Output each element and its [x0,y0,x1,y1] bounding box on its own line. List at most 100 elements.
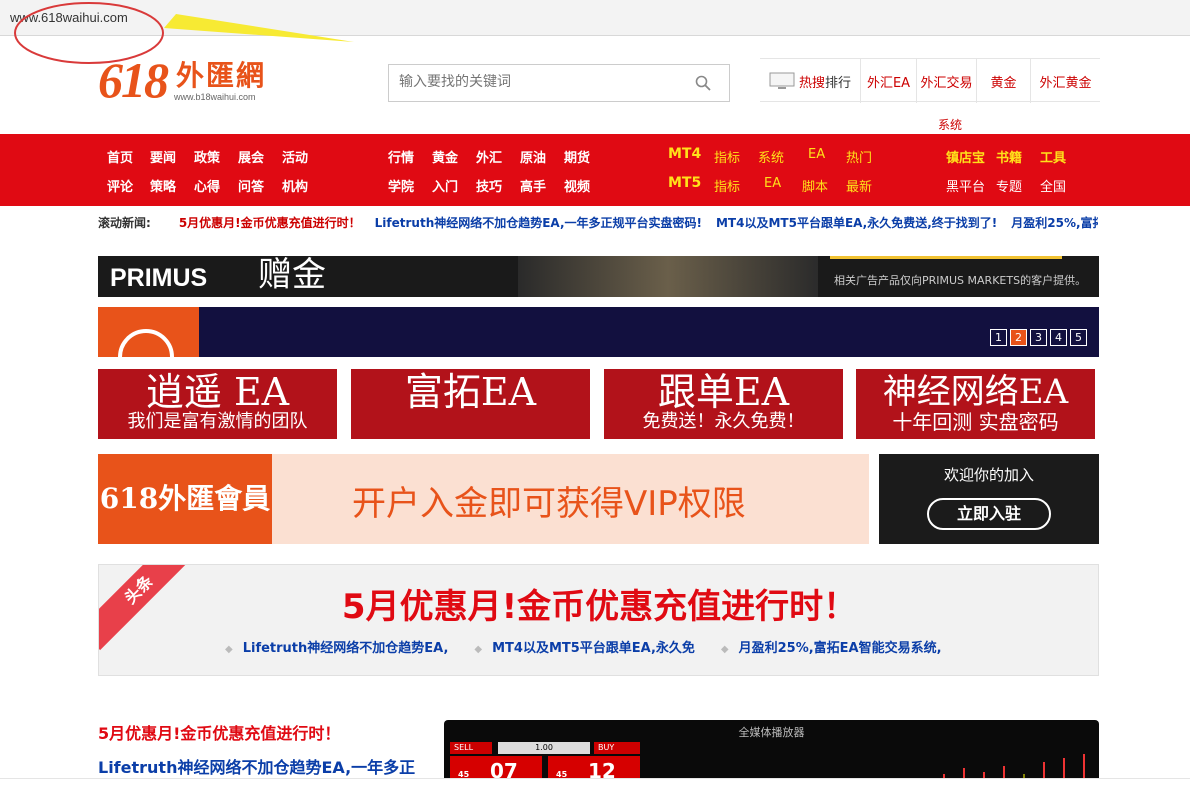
slider-page-4[interactable]: 4 [1050,329,1067,346]
nav-item[interactable]: 脚本 [802,176,828,195]
primus-laptop-image [518,256,818,297]
topnav-hot-label: 热搜 [798,75,825,91]
topnav-sub-label[interactable]: 系统 [938,116,962,133]
page-bottom-divider [0,778,1190,788]
slider-pagination: 1 2 3 4 5 [990,329,1087,346]
topnav-forex-trade[interactable]: 外汇交易 [916,59,976,103]
ticker-link[interactable]: 月盈利25%,富拓EA [1011,216,1098,230]
news-item[interactable]: Lifetruth神经网络不加仓趋势EA,一年多正 [98,754,428,778]
nav-item[interactable]: 入门 [432,176,458,195]
headline-link[interactable]: 月盈利25%,富拓EA智能交易系统, [739,641,942,656]
topnav-gold[interactable]: 黄金 [976,59,1030,103]
site-logo[interactable]: 618 外匯網 www.b18waihui.com [98,52,278,108]
ea-banner-copytrade[interactable]: 跟单EA 免费送！永久免费！ [604,369,843,439]
ea-banner-title: 富拓EA [404,370,537,414]
primus-gift: 赠金 [258,256,326,295]
ea-banner-neural[interactable]: 神经网络EA 十年回测 实盘密码 [856,369,1095,439]
nav-item[interactable]: 要闻 [150,147,176,166]
ea-banner-xiaoyao[interactable]: 逍遥 EA 我们是富有激情的团队 [98,369,337,439]
headline-link[interactable]: Lifetruth神经网络不加仓趋势EA, [243,641,449,656]
nav-item[interactable]: 行情 [388,147,414,166]
news-item[interactable]: 5月优惠月!金币优惠充值进行时！ [98,720,428,746]
player-title: 全媒体播放器 [738,726,805,739]
primus-gold-bar [830,256,1062,259]
ticker-link[interactable]: Lifetruth神经网络不加仓趋势EA,一年多正规平台实盘密码! [375,216,702,230]
nav-item[interactable]: 指标 [714,147,740,166]
headline-links: ◆ Lifetruth神经网络不加仓趋势EA, ◆ MT4以及MT5平台跟单EA,永久… [225,637,968,656]
headline-box: 头条 5月优惠月!金币优惠充值进行时！ ◆ Lifetruth神经网络不加仓趋势E… [98,564,1099,676]
nav-mt5[interactable]: MT5 [668,175,701,191]
top-category-nav: 热搜 排行 外汇EA 外汇交易 黄金 外汇黄金 [760,58,1100,103]
quantity-field[interactable]: 1.00 [498,742,590,754]
nav-item[interactable]: 策略 [150,176,176,195]
nav-item[interactable]: 机构 [282,176,308,195]
nav-item[interactable]: 展会 [238,147,264,166]
join-button[interactable]: 立即入驻 [927,498,1051,530]
nav-item[interactable]: 视频 [564,176,590,195]
nav-item[interactable]: EA [808,147,825,162]
browser-address-bar[interactable]: www.618waihui.com [0,0,1190,36]
search-icon[interactable] [695,75,711,91]
topnav-forex-ea[interactable]: 外汇EA [860,59,916,103]
nav-item[interactable]: EA [764,176,781,191]
news-ticker: 滚动新闻: 5月优惠月!金币优惠充值进行时！ Lifetruth神经网络不加仓趋势E… [98,214,1098,232]
nav-item[interactable]: 外汇 [476,147,502,166]
nav-item[interactable]: 首页 [107,147,133,166]
nav-item[interactable]: 黑平台 [946,176,985,195]
nav-item[interactable]: 系统 [758,147,784,166]
monitor-icon [769,72,795,89]
nav-item[interactable]: 高手 [520,176,546,195]
nav-item[interactable]: 心得 [194,176,220,195]
nav-item[interactable]: 最新 [846,176,872,195]
ea-banner-futuo[interactable]: 富拓EA [351,369,590,439]
ea-banner-subtitle: 我们是富有激情的团队 [127,411,308,432]
nav-item[interactable]: 书籍 [996,147,1022,166]
ticker-link[interactable]: MT4以及MT5平台跟单EA,永久免费送,终于找到了! [716,216,997,230]
sell-label[interactable]: SELL [450,742,492,754]
slider-page-3[interactable]: 3 [1030,329,1047,346]
ticker-label: 滚动新闻: [98,216,151,230]
nav-item[interactable]: 热门 [846,147,872,166]
vip-banner[interactable]: 618外匯會員 开户入金即可获得VIP权限 [98,454,869,544]
buy-label[interactable]: BUY [594,742,640,754]
nav-item[interactable]: 黄金 [432,147,458,166]
slider-page-1[interactable]: 1 [990,329,1007,346]
topnav-hot-ranking[interactable]: 热搜 排行 [760,59,860,103]
search-box [388,64,730,102]
logo-number: 618 [98,52,169,108]
nav-item[interactable]: 指标 [714,176,740,195]
nav-item[interactable]: 工具 [1040,147,1066,166]
topnav-forex-gold[interactable]: 外汇黄金 [1030,59,1100,103]
nav-item[interactable]: 期货 [564,147,590,166]
nav-item[interactable]: 专题 [996,176,1022,195]
ticker-link[interactable]: 5月优惠月!金币优惠充值进行时！ [179,216,361,230]
browser-url-text[interactable]: www.618waihui.com [10,10,128,25]
primus-brand: PRIMUS [110,264,208,292]
headline-title[interactable]: 5月优惠月!金币优惠充值进行时！ [99,579,1098,628]
headline-link[interactable]: MT4以及MT5平台跟单EA,永久免 [492,641,695,656]
nav-item[interactable]: 政策 [194,147,220,166]
nav-item[interactable]: 评论 [107,176,133,195]
slider-page-5[interactable]: 5 [1070,329,1087,346]
slider-orange-block [98,307,199,357]
main-nav: 首页 要闻 政策 展会 活动 评论 策略 心得 问答 机构 行情 黄金 外汇 原… [0,134,1190,206]
nav-item[interactable]: 学院 [388,176,414,195]
slider-page-2[interactable]: 2 [1010,329,1027,346]
bullet-icon: ◆ [225,644,233,655]
nav-item[interactable]: 问答 [238,176,264,195]
logo-site: www.b18waihui.com [174,92,256,102]
ea-banner-title: 逍遥 EA [145,370,290,414]
nav-item[interactable]: 镇店宝 [946,147,985,166]
vip-logo: 618外匯會員 [98,454,272,544]
nav-item[interactable]: 原油 [520,147,546,166]
image-slider[interactable]: 1 2 3 4 5 [98,307,1099,357]
join-welcome: 欢迎你的加入 [943,466,1034,484]
nav-item[interactable]: 全国 [1040,176,1066,195]
nav-item[interactable]: 技巧 [476,176,502,195]
ea-banner-title: 神经网络EA [882,372,1069,412]
search-input[interactable] [399,74,679,90]
primus-ad-banner[interactable]: PRIMUS 赠金 相关广告产品仅向PRIMUS MARKETS的客户提供。 [98,256,1099,297]
nav-mt4[interactable]: MT4 [668,146,701,162]
join-panel: 欢迎你的加入 立即入驻 [879,454,1099,544]
nav-item[interactable]: 活动 [282,147,308,166]
